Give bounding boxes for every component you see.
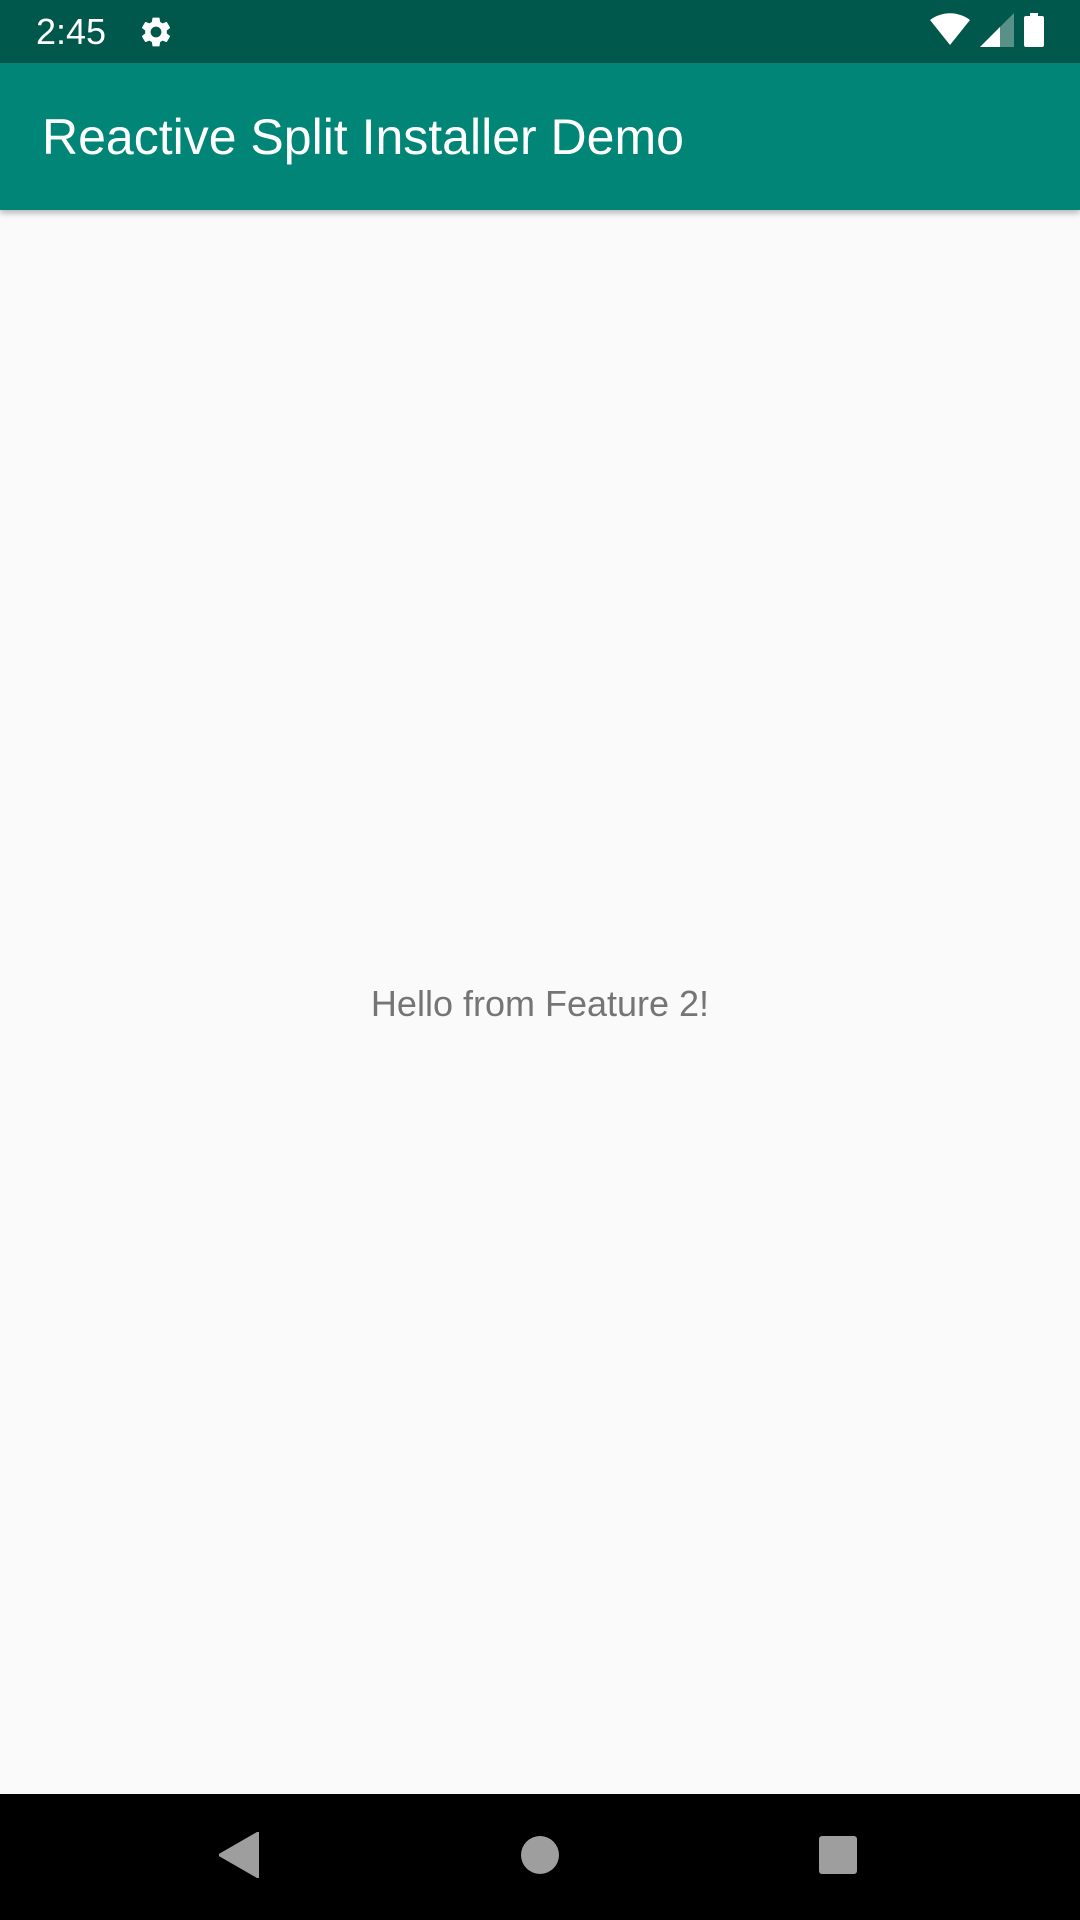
app-screen: 2:45 Reactive Split Installer Demo Hello… [0, 0, 1080, 1920]
recents-icon [818, 1835, 858, 1880]
home-icon [520, 1835, 560, 1880]
cell-signal-icon [980, 12, 1014, 52]
app-toolbar: Reactive Split Installer Demo [0, 63, 1080, 210]
status-bar: 2:45 [0, 0, 1080, 63]
navigation-bar [0, 1794, 1080, 1920]
back-icon [218, 1830, 260, 1883]
back-button[interactable] [209, 1827, 269, 1887]
app-title: Reactive Split Installer Demo [42, 109, 684, 165]
wifi-icon [930, 12, 970, 52]
status-icons [930, 12, 1044, 52]
status-time: 2:45 [36, 11, 107, 52]
recents-button[interactable] [808, 1827, 868, 1887]
hello-message: Hello from Feature 2! [370, 983, 710, 1024]
battery-icon [1024, 12, 1044, 52]
main-content: Hello from Feature 2! [0, 210, 1080, 1794]
home-button[interactable] [510, 1827, 570, 1887]
settings-gear-icon [138, 14, 174, 50]
